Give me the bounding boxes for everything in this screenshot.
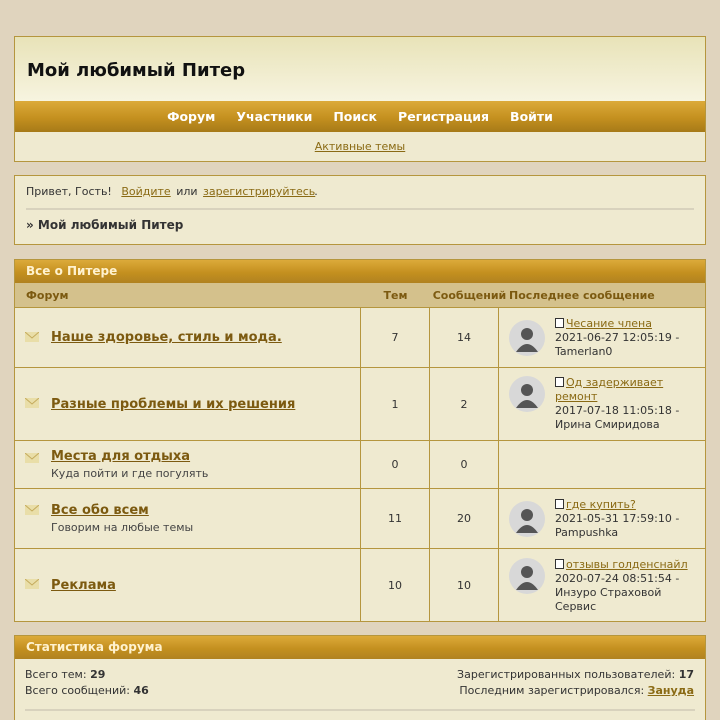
- divider: [25, 709, 695, 711]
- forum-description: Говорим на любые темы: [51, 521, 194, 534]
- avatar[interactable]: [509, 319, 545, 356]
- forum-folder-icon: [25, 398, 39, 408]
- document-icon: [555, 559, 564, 569]
- title-bar: Мой любимый Питер: [15, 37, 705, 101]
- stats-right: Зарегистрированных пользователей: 17 Пос…: [457, 667, 694, 699]
- topics-count: 7: [361, 308, 430, 367]
- last-post-info: где купить? 2021-05-31 17:59:10 - Pampus…: [555, 498, 705, 540]
- forum-description: Куда пойти и где погулять: [51, 467, 209, 480]
- nav-search[interactable]: Поиск: [323, 109, 388, 124]
- posts-count: 10: [430, 549, 499, 622]
- total-topics-value: 29: [90, 668, 106, 681]
- last-registered-user[interactable]: Зануда: [648, 684, 694, 697]
- forum-cell: Наше здоровье, стиль и мода.: [15, 308, 361, 367]
- forum-list: Все о Питере Форум Тем Сообщений Последн…: [14, 259, 706, 622]
- forum-cell: Все обо всем Говорим на любые темы: [15, 489, 361, 548]
- forum-row: Разные проблемы и их решения 1 2 Од заде…: [15, 368, 705, 441]
- nav-login[interactable]: Войти: [500, 109, 564, 124]
- last-post-info: Чесание члена 2021-06-27 12:05:19 - Tame…: [555, 317, 705, 359]
- forum-cell: Места для отдыха Куда пойти и где погуля…: [15, 441, 361, 488]
- last-post-cell: Од задерживает ремонт 2017-07-18 11:05:1…: [499, 368, 705, 440]
- last-post-info: Од задерживает ремонт 2017-07-18 11:05:1…: [555, 376, 685, 432]
- stats-left: Всего тем: 29 Всего сообщений: 46: [25, 667, 149, 699]
- forum-row: Реклама 10 10 отзывы голденснайл 2020-07…: [15, 549, 705, 622]
- last-post-title[interactable]: Од задерживает ремонт: [555, 376, 663, 403]
- last-post-cell: отзывы голденснайл 2020-07-24 08:51:54 -…: [499, 549, 705, 622]
- total-posts-value: 46: [133, 684, 149, 697]
- stats-body: Всего тем: 29 Всего сообщений: 46 Зареги…: [15, 659, 705, 699]
- register-link[interactable]: зарегистрируйтесь: [203, 185, 315, 198]
- last-registered-label: Последним зарегистрировался:: [459, 684, 645, 697]
- sub-nav: Активные темы: [15, 132, 705, 161]
- last-post-meta: 2020-07-24 08:51:54 - Инзуро Страховой С…: [555, 572, 680, 613]
- greeting-line: Привет, Гость! Войдите или зарегистрируй…: [26, 186, 694, 198]
- category-title[interactable]: Все о Питере: [15, 260, 705, 283]
- forum-title[interactable]: Реклама: [51, 578, 360, 593]
- forum-row: Все обо всем Говорим на любые темы 11 20…: [15, 489, 705, 549]
- forum-folder-icon: [25, 453, 39, 463]
- document-icon: [555, 317, 564, 328]
- forum-row: Места для отдыха Куда пойти и где погуля…: [15, 441, 705, 489]
- col-posts: Сообщений: [432, 288, 507, 302]
- forum-stats: Статистика форума Всего тем: 29 Всего со…: [14, 635, 706, 720]
- registered-value: 17: [678, 668, 694, 681]
- last-post-info: отзывы голденснайл 2020-07-24 08:51:54 -…: [555, 558, 695, 614]
- login-link[interactable]: Войдите: [121, 185, 170, 198]
- site-title[interactable]: Мой любимый Питер: [27, 60, 245, 81]
- document-icon: [555, 498, 564, 509]
- forum-header: Мой любимый Питер Форум Участники Поиск …: [14, 36, 706, 162]
- topics-count: 0: [361, 441, 430, 488]
- document-icon: [555, 377, 564, 387]
- nav-members[interactable]: Участники: [226, 109, 323, 124]
- last-post-meta: 2021-05-31 17:59:10 - Pampushka: [555, 511, 680, 539]
- forum-row: Наше здоровье, стиль и мода. 7 14 Чесани…: [15, 308, 705, 368]
- last-post-cell: где купить? 2021-05-31 17:59:10 - Pampus…: [499, 489, 705, 548]
- avatar[interactable]: [509, 558, 545, 594]
- forum-title[interactable]: Разные проблемы и их решения: [51, 397, 360, 412]
- forum-folder-icon: [25, 505, 39, 515]
- main-nav: Форум Участники Поиск Регистрация Войти: [15, 101, 705, 132]
- forum-title[interactable]: Наше здоровье, стиль и мода.: [51, 330, 360, 345]
- column-headers: Форум Тем Сообщений Последнее сообщение: [15, 283, 705, 308]
- posts-count: 2: [430, 368, 499, 440]
- forum-folder-icon: [25, 332, 39, 342]
- posts-count: 14: [430, 308, 499, 367]
- topics-count: 1: [361, 368, 430, 440]
- greeting-text: Привет, Гость!: [26, 185, 112, 198]
- topics-count: 10: [361, 549, 430, 622]
- col-forum: Форум: [26, 288, 69, 302]
- avatar[interactable]: [509, 500, 545, 537]
- forum-folder-icon: [25, 579, 39, 589]
- last-post-cell: Чесание члена 2021-06-27 12:05:19 - Tame…: [499, 308, 705, 367]
- registered-label: Зарегистрированных пользователей:: [457, 668, 676, 681]
- posts-count: 0: [430, 441, 499, 488]
- nav-register[interactable]: Регистрация: [388, 109, 500, 124]
- forum-title[interactable]: Все обо всем: [51, 503, 360, 518]
- last-post-title[interactable]: отзывы голденснайл: [566, 558, 688, 571]
- total-posts-label: Всего сообщений:: [25, 684, 130, 697]
- forum-cell: Разные проблемы и их решения: [15, 368, 361, 440]
- last-post-meta: 2021-06-27 12:05:19 - Tamerlan0: [555, 330, 680, 358]
- forum-title[interactable]: Места для отдыха: [51, 449, 360, 464]
- divider: [26, 208, 694, 210]
- period: .: [314, 185, 318, 198]
- col-topics: Тем: [383, 288, 408, 302]
- forum-cell: Реклама: [15, 549, 361, 622]
- stats-title: Статистика форума: [15, 636, 705, 659]
- avatar[interactable]: [509, 376, 545, 412]
- breadcrumb[interactable]: » Мой любимый Питер: [26, 218, 694, 232]
- greeting-panel: Привет, Гость! Войдите или зарегистрируй…: [14, 175, 706, 245]
- last-post-cell: [499, 441, 705, 488]
- nav-forum[interactable]: Форум: [157, 109, 226, 124]
- topics-count: 11: [361, 489, 430, 548]
- or-text: или: [176, 185, 198, 198]
- posts-count: 20: [430, 489, 499, 548]
- col-last-post: Последнее сообщение: [509, 288, 655, 302]
- last-post-title[interactable]: Чесание члена: [566, 317, 652, 330]
- last-post-title[interactable]: где купить?: [566, 498, 636, 511]
- last-post-meta: 2017-07-18 11:05:18 - Ирина Смиридова: [555, 404, 680, 431]
- active-topics-link[interactable]: Активные темы: [315, 140, 406, 153]
- total-topics-label: Всего тем:: [25, 668, 87, 681]
